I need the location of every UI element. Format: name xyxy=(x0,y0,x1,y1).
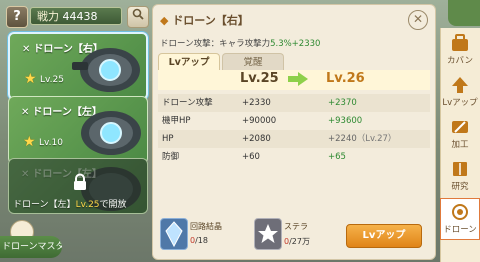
power-label: 戦力 xyxy=(37,10,59,23)
sidebar-item-research[interactable]: 研究 xyxy=(440,156,480,198)
drone-card-left[interactable]: ✕ ドローン【左】 ★ Lv.10 xyxy=(8,96,148,164)
star-icon: ★ xyxy=(24,71,37,87)
search-icon[interactable] xyxy=(127,6,149,28)
stat-row: HP +2080 +2240（Lv.27） xyxy=(158,130,430,148)
stat-row: ドローン攻撃 +2330 +2370 xyxy=(158,94,430,112)
material-count: 0/27万 xyxy=(284,237,310,246)
material-name: ステラ xyxy=(284,222,308,231)
drone-card-right[interactable]: ✕ ドローン【右】 ★ Lv.25 xyxy=(8,32,148,100)
drone-card-locked[interactable]: ✕ ドローン【左】 ドローン【左】Lv.25で開放 xyxy=(8,158,148,214)
drone-icon xyxy=(452,204,468,220)
drone-image xyxy=(72,48,140,92)
crystal-icon[interactable] xyxy=(160,218,188,250)
arrow-right-icon xyxy=(288,72,308,86)
power-value: 44438 xyxy=(62,10,98,23)
drone-image xyxy=(81,111,141,155)
levelup-button[interactable]: Lvアップ xyxy=(346,224,422,248)
tab-awaken[interactable]: 覚醒 xyxy=(222,53,284,71)
sidebar-item-drone[interactable]: ドローン xyxy=(440,198,480,240)
power-display: 戦力 44438 xyxy=(30,7,122,25)
material-name: 回路結晶 xyxy=(190,222,222,231)
drone-level: Lv.10 xyxy=(39,138,63,148)
close-icon[interactable]: ✕ xyxy=(408,10,428,30)
frog-icon[interactable] xyxy=(448,0,480,26)
next-level: Lv.26 xyxy=(326,71,365,86)
wrench-icon xyxy=(452,121,468,133)
tab-levelup[interactable]: Lvアップ xyxy=(158,53,220,71)
sidebar-item-bag[interactable]: カバン xyxy=(440,30,480,72)
book-icon xyxy=(453,162,467,176)
stat-row: 機甲HP +90000 +93600 xyxy=(162,116,363,126)
help-button[interactable]: ? xyxy=(6,6,28,28)
sidebar-item-levelup[interactable]: Lvアップ xyxy=(440,72,480,114)
stat-row: 防御 +60 +65 xyxy=(162,152,346,162)
unlock-condition: ドローン【左】Lv.25で開放 xyxy=(13,200,127,210)
star-coin-icon[interactable] xyxy=(254,218,282,250)
drone-level: Lv.25 xyxy=(40,75,64,85)
material-count: 0/18 xyxy=(190,236,208,245)
current-level: Lv.25 xyxy=(240,71,279,86)
drone-master-button[interactable]: ドローンマスター xyxy=(0,236,62,258)
star-icon: ★ xyxy=(23,134,36,150)
arrow-up-icon xyxy=(452,77,468,93)
sidebar-item-craft[interactable]: 加工 xyxy=(440,114,480,156)
panel-title: ◆ ドローン【右】 xyxy=(160,14,249,27)
bonus-text: ドローン攻撃：キャラ攻撃力5.3%+2330 xyxy=(160,39,321,49)
bag-icon xyxy=(452,34,468,51)
lock-icon xyxy=(74,173,86,190)
